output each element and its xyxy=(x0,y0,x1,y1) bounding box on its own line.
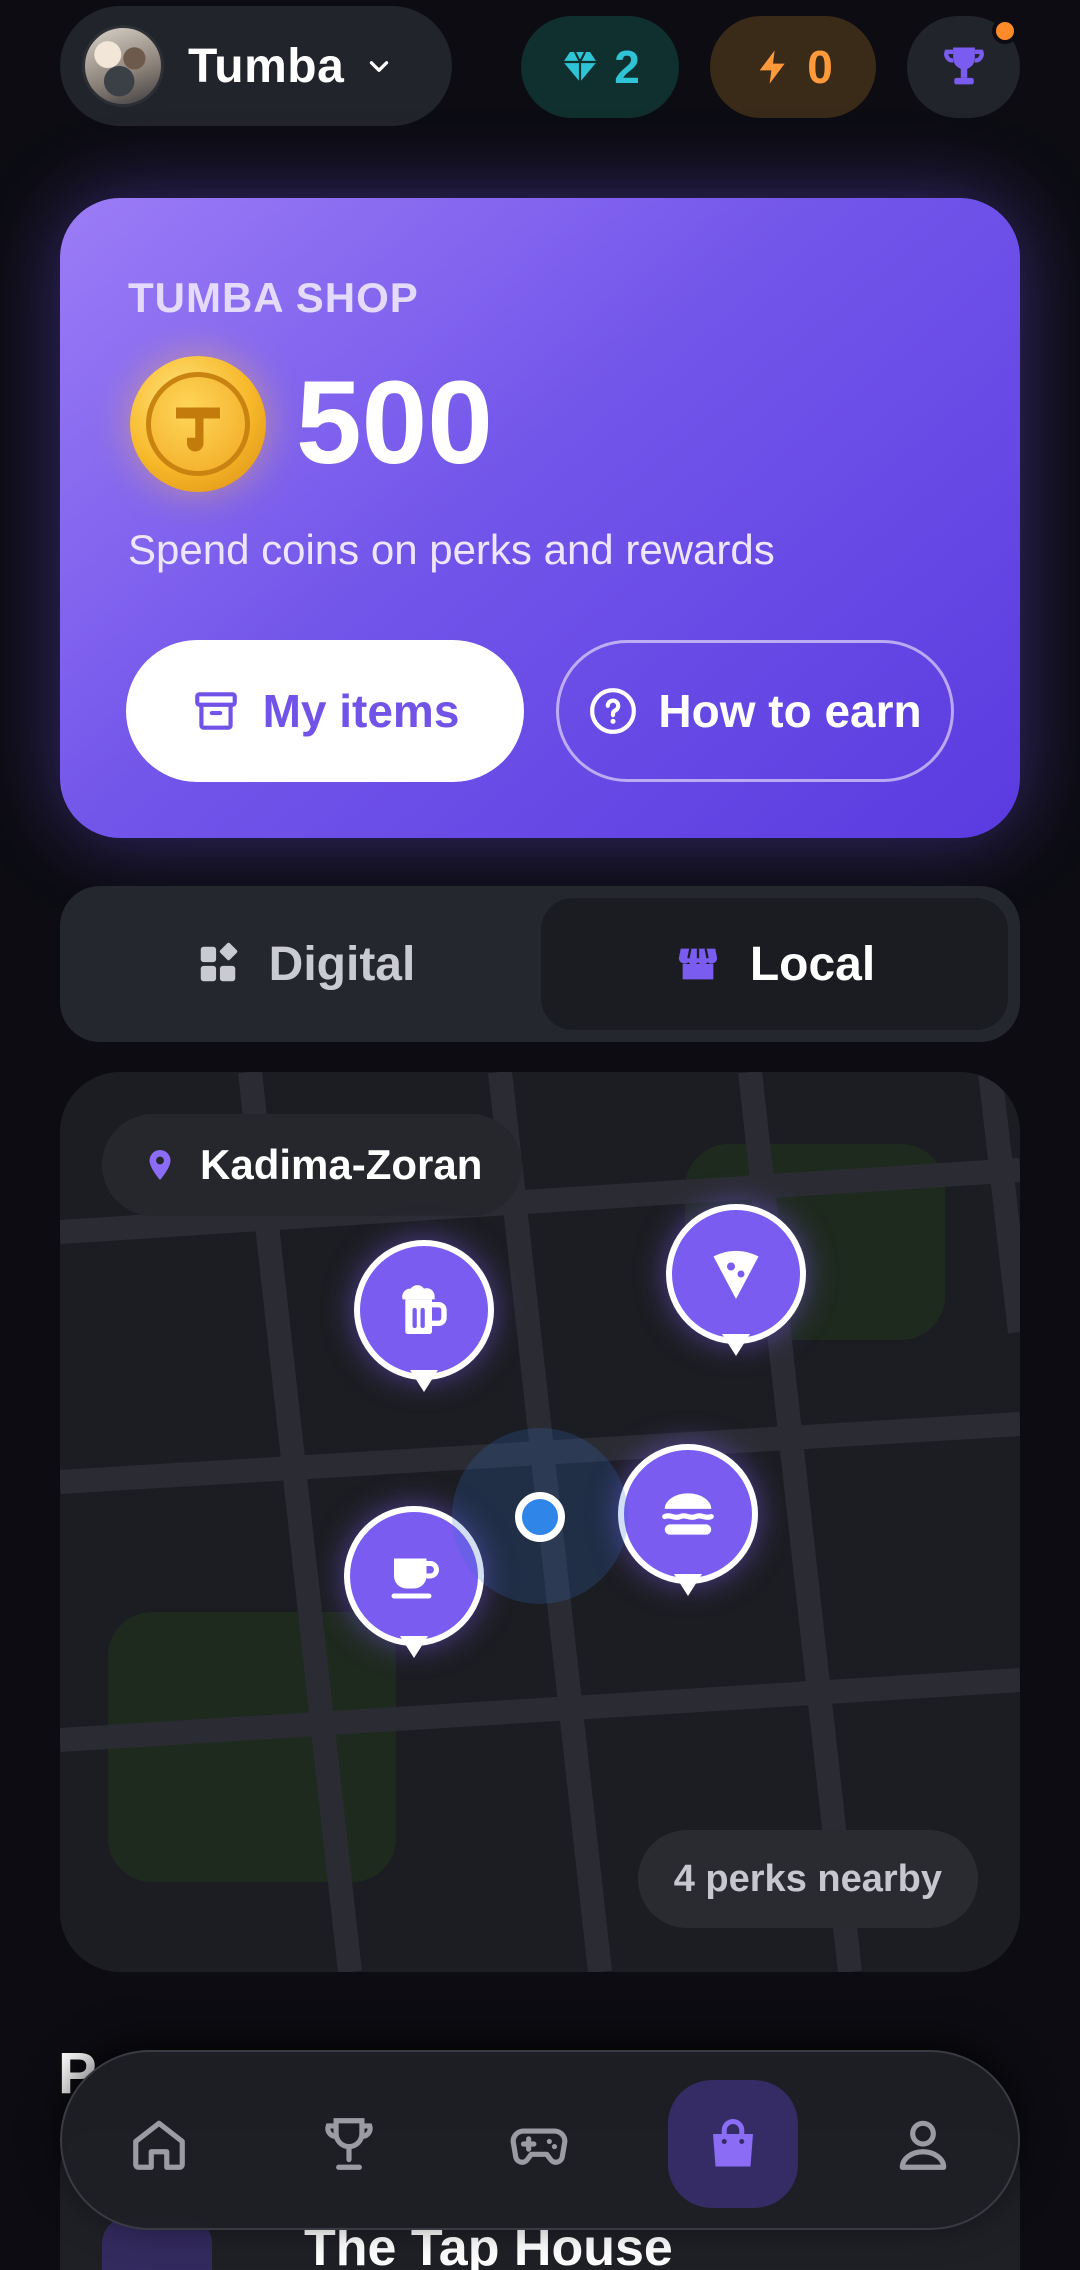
my-location-dot xyxy=(515,1492,565,1542)
energy-counter[interactable]: 0 xyxy=(710,16,876,118)
shopping-bag-icon xyxy=(713,2119,753,2167)
home-icon xyxy=(133,2120,185,2170)
diamond-icon xyxy=(563,51,597,82)
gems-count: 2 xyxy=(614,41,640,93)
gems-counter[interactable]: 2 xyxy=(521,16,679,118)
coin-balance: 500 xyxy=(296,357,493,489)
tab-local-label: Local xyxy=(749,937,876,991)
burger-icon xyxy=(662,1493,714,1535)
shop-label: TUMBA SHOP xyxy=(128,274,419,321)
chevron-down-icon xyxy=(370,61,389,72)
archive-icon xyxy=(194,692,237,730)
bottom-navigation xyxy=(60,2050,1020,2230)
store-icon xyxy=(678,948,717,980)
nav-shop[interactable] xyxy=(668,2080,798,2208)
group-avatar xyxy=(82,25,164,107)
shop-balance-card: TUMBA SHOP 500 Spend coins on perks and … xyxy=(60,198,1020,838)
energy-count: 0 xyxy=(807,41,833,93)
notification-dot xyxy=(992,18,1018,44)
local-perks-map[interactable]: Kadima-Zoran 4 perks nearby xyxy=(60,1072,1020,1972)
group-name: Tumba xyxy=(188,39,345,93)
shop-type-tabs: Digital Local xyxy=(60,886,1020,1042)
how-to-earn-label: How to earn xyxy=(658,685,922,737)
my-items-button[interactable]: My items xyxy=(126,640,524,782)
beer-icon xyxy=(402,1285,447,1334)
tab-local[interactable]: Local xyxy=(541,898,1008,1030)
tab-digital-label: Digital xyxy=(268,937,416,991)
how-to-earn-button[interactable]: How to earn xyxy=(556,640,954,782)
my-items-label: My items xyxy=(262,685,460,737)
help-circle-icon xyxy=(590,688,637,734)
pizza-icon xyxy=(713,1250,759,1299)
location-pin-icon xyxy=(149,1150,171,1180)
widgets-icon xyxy=(200,942,237,982)
trophy-icon xyxy=(943,47,984,85)
trophy-icon xyxy=(325,2118,373,2170)
gamepad-icon xyxy=(510,2128,568,2165)
perk-pin-pizza[interactable] xyxy=(666,1204,806,1364)
location-name: Kadima-Zoran xyxy=(200,1141,483,1188)
nav-games[interactable] xyxy=(474,2080,604,2208)
location-chip[interactable]: Kadima-Zoran xyxy=(102,1114,523,1216)
nav-home[interactable] xyxy=(94,2080,224,2208)
perk-pin-burger[interactable] xyxy=(618,1444,758,1604)
coin-icon xyxy=(130,356,266,492)
nav-challenges[interactable] xyxy=(284,2080,414,2208)
group-switcher[interactable]: Tumba xyxy=(60,6,452,126)
coffee-icon xyxy=(391,1558,439,1599)
perk-pin-bar[interactable] xyxy=(354,1240,494,1400)
top-bar: Tumba 2 0 xyxy=(60,6,1020,128)
nav-profile[interactable] xyxy=(858,2080,988,2208)
lightning-icon xyxy=(759,50,785,84)
shop-subtitle: Spend coins on perks and rewards xyxy=(128,526,775,573)
profile-icon xyxy=(899,2120,947,2170)
perks-nearby-badge: 4 perks nearby xyxy=(637,1830,978,1928)
tab-digital[interactable]: Digital xyxy=(72,898,538,1030)
leaderboard-button[interactable] xyxy=(907,16,1020,118)
shop-screen: Tumba 2 0 TUMBA SHOP 500 Spend coins on … xyxy=(0,0,1080,2270)
